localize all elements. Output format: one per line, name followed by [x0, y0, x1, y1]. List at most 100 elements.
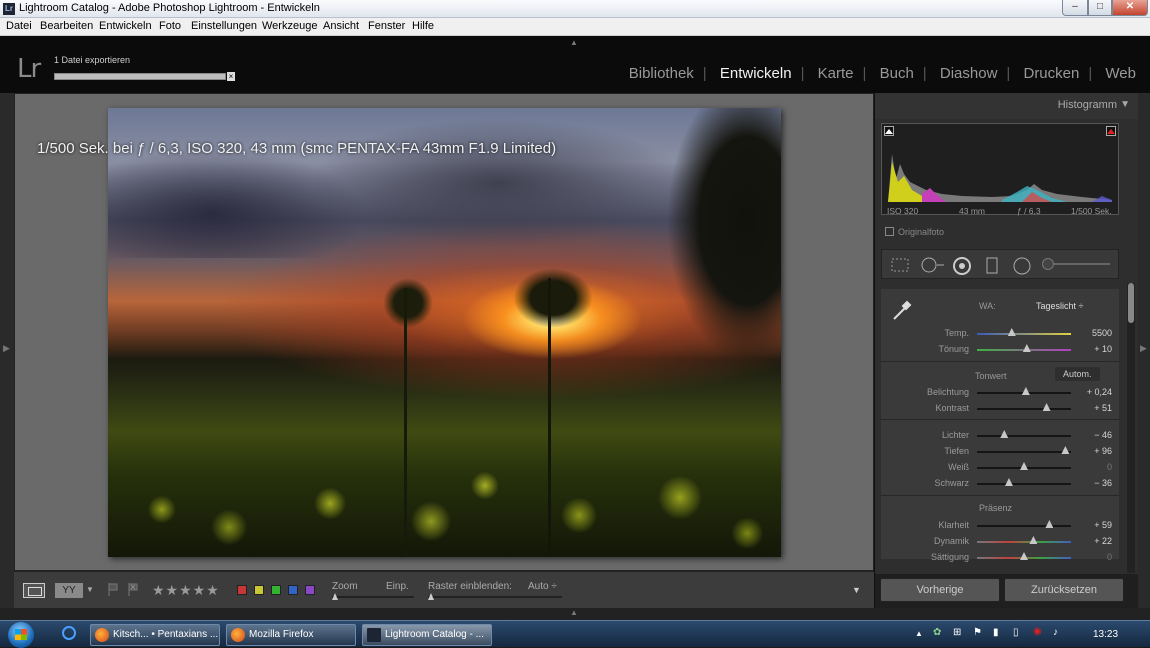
spot-removal-icon[interactable] — [920, 257, 946, 273]
cancel-export-icon[interactable]: × — [227, 72, 235, 81]
module-diashow[interactable]: Diashow — [940, 65, 998, 82]
filmstrip-collapsed[interactable]: ▲ — [0, 608, 1150, 620]
module-web[interactable]: Web — [1105, 65, 1136, 82]
red-eye-icon[interactable] — [953, 257, 971, 275]
antivirus-icon[interactable]: ◉ — [1033, 626, 1042, 637]
module-bibliothek[interactable]: Bibliothek — [629, 65, 694, 82]
taskbar-clock[interactable]: 13:23 — [1093, 629, 1118, 640]
module-buch[interactable]: Buch — [880, 65, 914, 82]
adjustment-brush-icon[interactable] — [1042, 258, 1054, 270]
exposure-value[interactable]: + 0,24 — [1087, 387, 1112, 397]
taskbar-firefox-pentaxians[interactable]: Kitsch... • Pentaxians ... — [90, 624, 220, 646]
clarity-track[interactable] — [977, 525, 1071, 527]
menu-foto[interactable]: Foto — [159, 20, 181, 32]
histogram-header[interactable]: Histogramm ▼ — [875, 93, 1139, 119]
menu-bearbeiten[interactable]: Bearbeiten — [40, 20, 93, 32]
vibrance-track[interactable] — [977, 541, 1071, 543]
blacks-knob[interactable] — [1004, 478, 1013, 486]
collapse-top-arrow-icon[interactable]: ▲ — [570, 38, 578, 47]
loupe-view-icon[interactable] — [23, 583, 45, 598]
color-label-purple[interactable] — [305, 585, 315, 595]
battery-icon[interactable]: ▯ — [1013, 627, 1019, 638]
wb-preset-select[interactable]: Tageslicht ÷ — [1036, 301, 1083, 311]
shadow-clipping-icon[interactable] — [884, 126, 894, 136]
whites-knob[interactable] — [1020, 462, 1028, 470]
highlights-knob[interactable] — [1000, 430, 1009, 438]
panel-scrollbar[interactable] — [1127, 283, 1135, 573]
module-drucken[interactable]: Drucken — [1023, 65, 1079, 82]
color-label-yellow[interactable] — [254, 585, 264, 595]
original-photo-checkbox[interactable] — [885, 227, 894, 236]
menu-ansicht[interactable]: Ansicht — [323, 20, 359, 32]
tint-value[interactable]: + 10 — [1094, 344, 1112, 354]
color-label-red[interactable] — [237, 585, 247, 595]
minimize-button[interactable]: – — [1062, 0, 1088, 16]
maximize-button[interactable]: □ — [1088, 0, 1112, 16]
photo-preview[interactable] — [108, 108, 781, 557]
tray-app-icon[interactable]: ✿ — [933, 627, 941, 638]
menu-werkzeuge[interactable]: Werkzeuge — [262, 20, 317, 32]
volume-icon[interactable]: ♪ — [1053, 627, 1058, 638]
blacks-track[interactable] — [977, 483, 1071, 485]
tray-windows-icon[interactable]: ⊞ — [953, 627, 961, 638]
image-view[interactable]: 1/500 Sek. bei ƒ / 6,3, ISO 320, 43 mm (… — [14, 93, 874, 571]
temp-knob[interactable] — [1007, 328, 1016, 336]
star-rating[interactable]: ★★★★★ — [152, 582, 220, 599]
expand-filmstrip-arrow-icon[interactable]: ▲ — [570, 608, 578, 617]
whites-value[interactable]: 0 — [1107, 462, 1112, 472]
taskbar-lightroom[interactable]: Lightroom Catalog - ... — [362, 624, 492, 646]
panel-scrollbar-thumb[interactable] — [1128, 283, 1134, 323]
reject-flag-icon[interactable] — [127, 582, 139, 597]
radial-filter-icon[interactable] — [1012, 257, 1032, 275]
vibrance-knob[interactable] — [1029, 536, 1038, 544]
crop-tool-icon[interactable] — [890, 257, 910, 273]
module-entwickeln[interactable]: Entwickeln — [720, 65, 792, 82]
color-label-blue[interactable] — [288, 585, 298, 595]
network-icon[interactable]: ▮ — [993, 627, 999, 638]
before-after-dropdown-icon[interactable]: ▼ — [86, 585, 94, 594]
flag-icon[interactable] — [107, 582, 119, 597]
auto-tone-button[interactable]: Autom. — [1055, 367, 1100, 381]
menu-einstellungen[interactable]: Einstellungen — [191, 20, 257, 32]
shadows-knob[interactable] — [1061, 446, 1070, 454]
previous-button[interactable]: Vorherige — [880, 578, 1000, 602]
menu-datei[interactable]: Datei — [6, 20, 32, 32]
white-balance-picker-icon[interactable] — [889, 297, 915, 323]
original-photo-toggle[interactable]: Originalfoto — [885, 227, 944, 237]
temp-value[interactable]: 5500 — [1092, 328, 1112, 338]
zoom-slider[interactable] — [332, 596, 414, 598]
menu-hilfe[interactable]: Hilfe — [412, 20, 434, 32]
vibrance-value[interactable]: + 22 — [1094, 536, 1112, 546]
collapse-right-arrow-icon[interactable]: ▶ — [1140, 343, 1147, 354]
close-button[interactable]: ✕ — [1112, 0, 1148, 16]
menu-entwickeln[interactable]: Entwickeln — [99, 20, 152, 32]
right-edge-strip[interactable]: ▶ — [1138, 93, 1150, 608]
taskbar-firefox[interactable]: Mozilla Firefox — [226, 624, 356, 646]
saturation-knob[interactable] — [1020, 552, 1028, 560]
grid-overlay-select[interactable]: Auto ÷ — [528, 581, 557, 592]
reset-button[interactable]: Zurücksetzen — [1004, 578, 1124, 602]
temp-track[interactable] — [977, 333, 1071, 335]
grid-size-slider[interactable] — [428, 596, 562, 598]
saturation-value[interactable]: 0 — [1107, 552, 1112, 562]
contrast-knob[interactable] — [1042, 403, 1051, 411]
tint-knob[interactable] — [1022, 344, 1031, 352]
before-after-button[interactable]: YY — [55, 583, 83, 598]
tray-expand-icon[interactable]: ▲ — [915, 629, 923, 638]
internet-explorer-icon[interactable] — [62, 626, 76, 640]
collapse-histogram-icon[interactable]: ▼ — [1120, 99, 1130, 110]
clarity-knob[interactable] — [1045, 520, 1054, 528]
contrast-track[interactable] — [977, 408, 1071, 410]
blacks-value[interactable]: − 36 — [1094, 478, 1112, 488]
clarity-value[interactable]: + 59 — [1094, 520, 1112, 530]
action-center-flag-icon[interactable]: ⚑ — [973, 627, 982, 638]
histogram[interactable] — [881, 123, 1119, 215]
zoom-fit-label[interactable]: Einp. — [386, 581, 409, 592]
toolbar-options-chevron-icon[interactable]: ▼ — [852, 585, 861, 595]
shadows-track[interactable] — [977, 451, 1071, 453]
highlight-clipping-icon[interactable] — [1106, 126, 1116, 136]
menu-fenster[interactable]: Fenster — [368, 20, 405, 32]
exposure-knob[interactable] — [1021, 387, 1030, 395]
module-karte[interactable]: Karte — [818, 65, 854, 82]
highlights-track[interactable] — [977, 435, 1071, 437]
